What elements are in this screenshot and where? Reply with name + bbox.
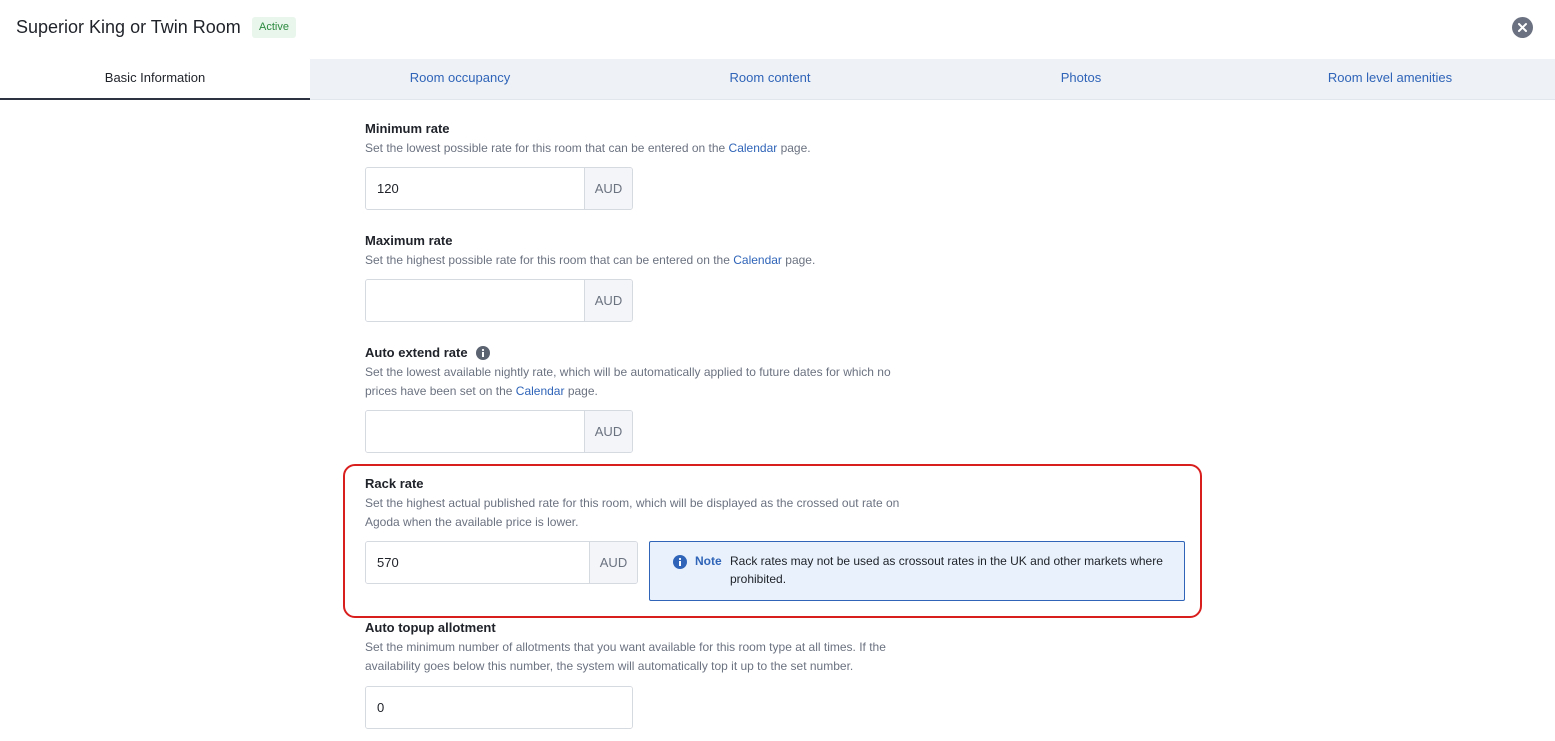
- note-info-icon: [673, 555, 687, 569]
- auto-extend-rate-input[interactable]: [366, 411, 584, 452]
- tab-room-level-amenities[interactable]: Room level amenities: [1235, 59, 1545, 100]
- description-text: availability goes below this number, the…: [365, 659, 854, 673]
- rack-rate-description: Set the highest actual published rate fo…: [365, 494, 899, 532]
- status-badge: Active: [252, 17, 296, 38]
- auto-topup-allotment-description: Set the minimum number of allotments tha…: [365, 638, 886, 676]
- currency-addon: AUD: [584, 168, 632, 209]
- rack-rate-section: Rack rate Set the highest actual publish…: [365, 476, 899, 532]
- rack-rate-input-group: AUD: [365, 541, 638, 584]
- maximum-rate-input[interactable]: [366, 280, 584, 321]
- modal-header: Superior King or Twin Room Active: [0, 0, 1555, 59]
- currency-addon: AUD: [589, 542, 637, 583]
- description-text: page.: [777, 141, 811, 155]
- maximum-rate-label: Maximum rate: [365, 233, 453, 248]
- rack-rate-label: Rack rate: [365, 476, 424, 491]
- description-text: Set the lowest available nightly rate, w…: [365, 365, 891, 379]
- minimum-rate-input[interactable]: [366, 168, 584, 209]
- description-text: Set the minimum number of allotments tha…: [365, 640, 886, 654]
- description-text: page.: [781, 253, 816, 267]
- currency-addon: AUD: [584, 280, 632, 321]
- auto-extend-rate-description: Set the lowest available nightly rate, w…: [365, 363, 891, 401]
- calendar-link[interactable]: Calendar: [516, 384, 565, 398]
- description-text: Agoda when the available price is lower.: [365, 515, 579, 529]
- minimum-rate-label: Minimum rate: [365, 121, 450, 136]
- description-line: prices have been set on the Calendar pag…: [365, 382, 891, 401]
- minimum-rate-input-group: AUD: [365, 167, 633, 210]
- maximum-rate-input-group: AUD: [365, 279, 633, 322]
- auto-topup-allotment-input[interactable]: [366, 687, 632, 728]
- auto-extend-rate-label: Auto extend rate: [365, 345, 891, 360]
- maximum-rate-section: Maximum rate Set the highest possible ra…: [365, 233, 815, 270]
- description-text: Set the highest possible rate for this r…: [365, 253, 734, 267]
- description-text: Set the lowest possible rate for this ro…: [365, 141, 729, 155]
- auto-topup-allotment-label: Auto topup allotment: [365, 620, 496, 635]
- currency-addon: AUD: [584, 411, 632, 452]
- close-icon[interactable]: [1512, 17, 1533, 38]
- auto-extend-rate-input-group: AUD: [365, 410, 633, 453]
- note-text: Rack rates may not be used as crossout r…: [730, 554, 1163, 586]
- description-text: page.: [564, 384, 598, 398]
- description-text: prices have been set on the: [365, 384, 516, 398]
- auto-extend-rate-label-text: Auto extend rate: [365, 345, 468, 360]
- tab-room-occupancy[interactable]: Room occupancy: [305, 59, 615, 100]
- rack-rate-note: Note Rack rates may not be used as cross…: [649, 541, 1185, 601]
- info-icon[interactable]: [475, 345, 490, 360]
- auto-extend-rate-section: Auto extend rate Set the lowest availabl…: [365, 345, 891, 401]
- calendar-link[interactable]: Calendar: [733, 253, 782, 267]
- calendar-link[interactable]: Calendar: [729, 141, 778, 155]
- tab-photos[interactable]: Photos: [926, 59, 1236, 100]
- tab-room-content[interactable]: Room content: [615, 59, 925, 100]
- room-title: Superior King or Twin Room: [16, 17, 241, 37]
- minimum-rate-section: Minimum rate Set the lowest possible rat…: [365, 121, 811, 158]
- minimum-rate-description: Set the lowest possible rate for this ro…: [365, 139, 811, 158]
- auto-topup-allotment-input-group: [365, 686, 633, 729]
- note-label: Note: [695, 554, 722, 568]
- maximum-rate-description: Set the highest possible rate for this r…: [365, 251, 815, 270]
- auto-topup-allotment-section: Auto topup allotment Set the minimum num…: [365, 620, 886, 676]
- tab-basic-information[interactable]: Basic Information: [0, 59, 310, 100]
- description-text: Set the highest actual published rate fo…: [365, 496, 900, 510]
- rack-rate-input[interactable]: [366, 542, 589, 583]
- tab-bar: Basic Information Room occupancy Room co…: [0, 59, 1555, 100]
